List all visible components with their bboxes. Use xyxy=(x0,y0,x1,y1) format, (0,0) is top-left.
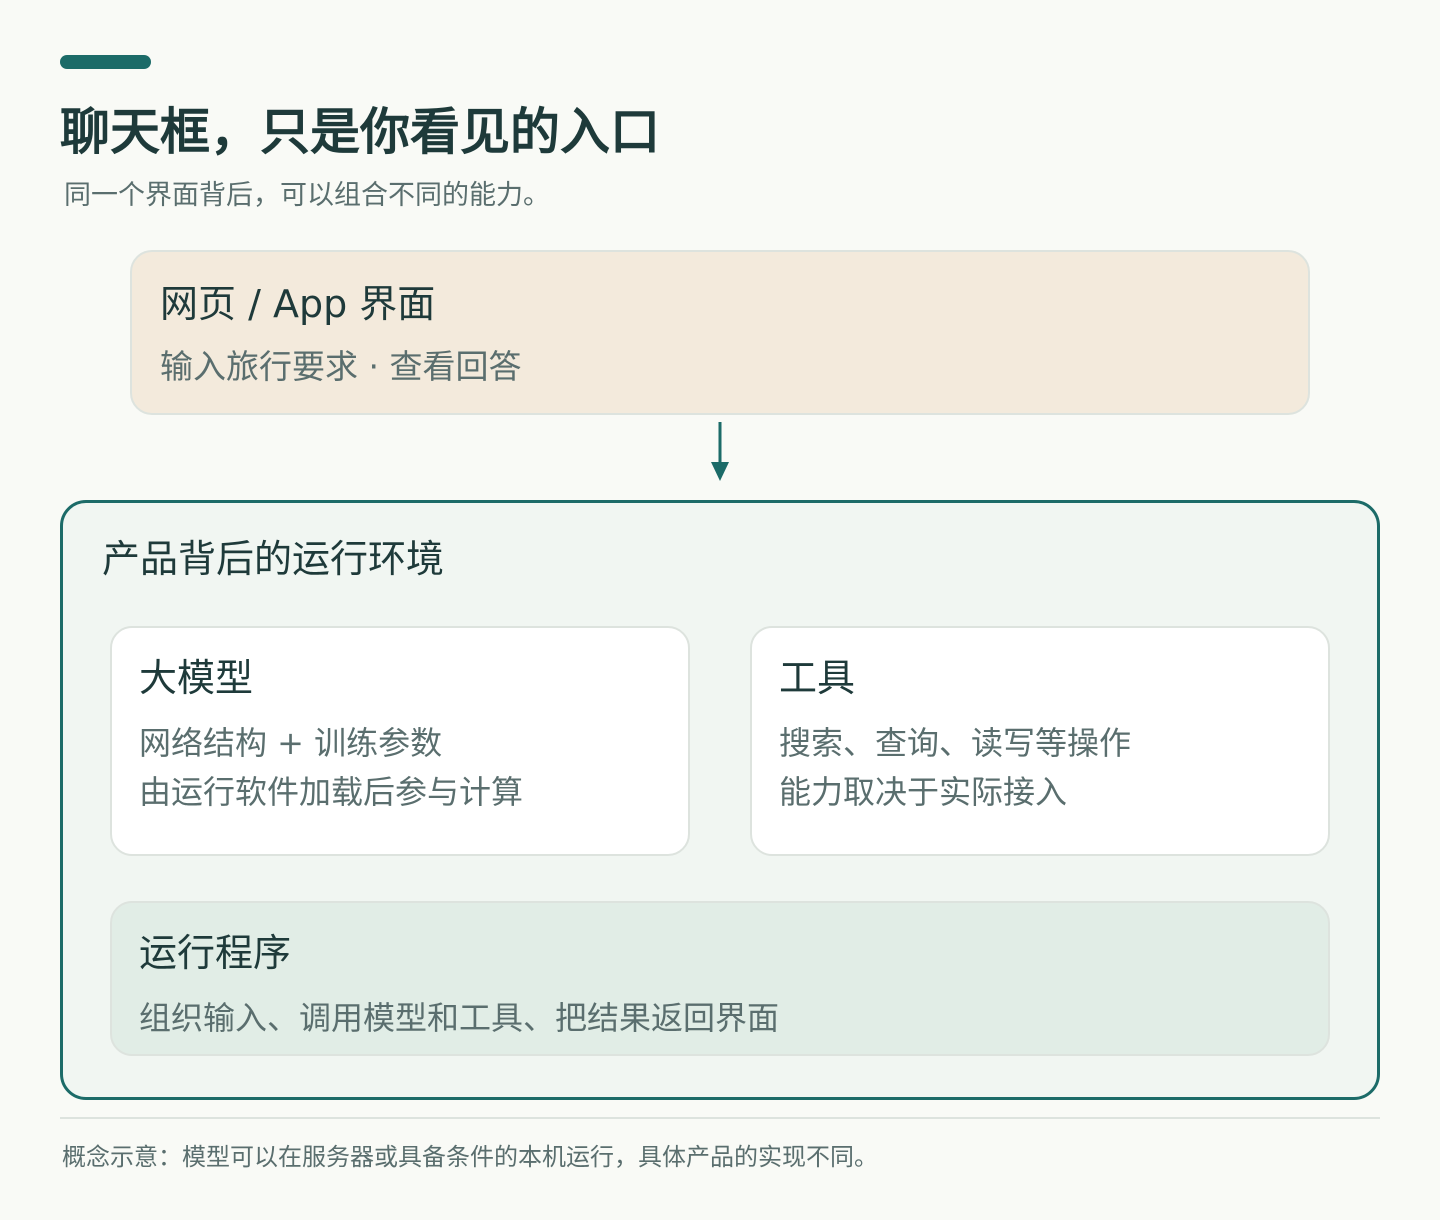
runtime-environment-panel: 产品背后的运行环境 大模型 网络结构 + 训练参数 由运行软件加载后参与计算 工… xyxy=(60,500,1380,1100)
accent-bar xyxy=(60,55,151,69)
model-card-line: 由运行软件加载后参与计算 xyxy=(139,773,524,811)
ui-interface-desc: 输入旅行要求 · 查看回答 xyxy=(160,347,522,386)
footnote: 概念示意：模型可以在服务器或具备条件的本机运行，具体产品的实现不同。 xyxy=(62,1143,878,1171)
tools-card-line: 能力取决于实际接入 xyxy=(779,773,1068,811)
tools-card: 工具 搜索、查询、读写等操作 能力取决于实际接入 xyxy=(750,626,1330,856)
page-title: 聊天框，只是你看见的入口 xyxy=(60,103,660,161)
model-card-line: 网络结构 + 训练参数 xyxy=(139,724,443,762)
footer-divider xyxy=(60,1117,1380,1119)
program-card-desc: 组织输入、调用模型和工具、把结果返回界面 xyxy=(139,999,780,1037)
program-card: 运行程序 组织输入、调用模型和工具、把结果返回界面 xyxy=(110,901,1330,1056)
tools-card-title: 工具 xyxy=(779,656,856,700)
model-card-title: 大模型 xyxy=(139,656,254,700)
model-card-lines: 网络结构 + 训练参数 由运行软件加载后参与计算 xyxy=(139,719,523,817)
model-card: 大模型 网络结构 + 训练参数 由运行软件加载后参与计算 xyxy=(110,626,690,856)
runtime-environment-title: 产品背后的运行环境 xyxy=(102,537,445,581)
program-card-title: 运行程序 xyxy=(139,931,292,975)
page-subtitle: 同一个界面背后，可以组合不同的能力。 xyxy=(64,180,550,211)
tools-card-line: 搜索、查询、读写等操作 xyxy=(779,724,1132,762)
tools-card-lines: 搜索、查询、读写等操作 能力取决于实际接入 xyxy=(779,719,1131,817)
ui-interface-title: 网页 / App 界面 xyxy=(160,282,436,326)
down-arrow-icon xyxy=(711,422,729,481)
ui-interface-box: 网页 / App 界面 输入旅行要求 · 查看回答 xyxy=(130,250,1310,415)
